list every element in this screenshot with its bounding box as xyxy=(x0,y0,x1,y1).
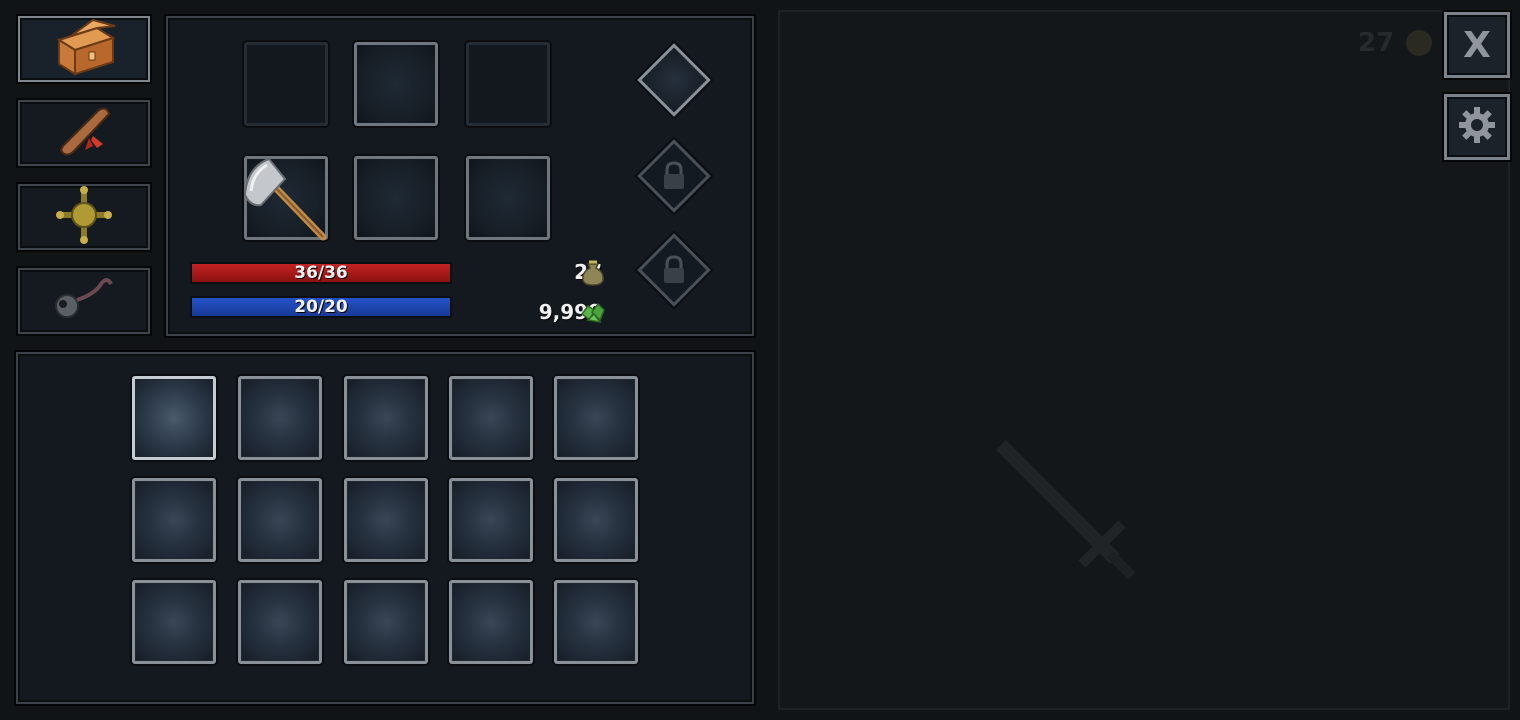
inventory-slot[interactable] xyxy=(554,580,638,664)
inventory-slot[interactable] xyxy=(344,478,428,562)
hook-icon xyxy=(49,274,119,328)
chest-icon xyxy=(49,16,119,82)
equip-slot-armor[interactable] xyxy=(354,156,438,240)
tab-compass[interactable] xyxy=(18,184,150,250)
health-text: 36/36 xyxy=(294,263,348,283)
tab-chest[interactable] xyxy=(18,16,150,82)
coin-icon xyxy=(1406,30,1432,56)
inventory-slot[interactable] xyxy=(238,478,322,562)
sword-icon xyxy=(992,436,1142,590)
equip-slot-top-left[interactable] xyxy=(244,42,328,126)
equip-slot-top-right[interactable] xyxy=(466,42,550,126)
inventory-slot[interactable] xyxy=(449,376,533,460)
inventory-slot[interactable] xyxy=(449,580,533,664)
inventory-slot[interactable] xyxy=(554,376,638,460)
money-bag-icon xyxy=(580,258,606,290)
tab-hook[interactable] xyxy=(18,268,150,334)
tab-scroll[interactable] xyxy=(18,100,150,166)
mana-text: 20/20 xyxy=(294,297,348,317)
health-bar: 36/36 xyxy=(190,262,452,284)
lock-icon xyxy=(648,150,700,202)
inventory-slot[interactable] xyxy=(132,478,216,562)
equip-slot-weapon[interactable] xyxy=(243,156,328,241)
inventory-slot[interactable] xyxy=(132,580,216,664)
mana-bar: 20/20 xyxy=(190,296,452,318)
close-button[interactable]: X xyxy=(1444,12,1510,78)
inventory-slot[interactable] xyxy=(132,376,216,460)
compass-icon xyxy=(54,184,114,250)
game-view-dimmed xyxy=(778,10,1510,710)
faded-coin-count: 27 xyxy=(1358,28,1395,58)
settings-button[interactable] xyxy=(1444,94,1510,160)
close-icon: X xyxy=(1463,24,1491,66)
inventory-slot[interactable] xyxy=(554,478,638,562)
inventory-slot[interactable] xyxy=(238,580,322,664)
inventory-slot[interactable] xyxy=(238,376,322,460)
lock-icon xyxy=(648,244,700,296)
inventory-slot[interactable] xyxy=(449,478,533,562)
equip-slot-ring[interactable] xyxy=(466,156,550,240)
gems-icon xyxy=(580,300,606,328)
inventory-slot[interactable] xyxy=(344,376,428,460)
equip-slot-helmet[interactable] xyxy=(354,42,438,126)
inventory-slot[interactable] xyxy=(344,580,428,664)
gear-icon xyxy=(1457,105,1497,149)
scroll-icon xyxy=(49,100,119,166)
